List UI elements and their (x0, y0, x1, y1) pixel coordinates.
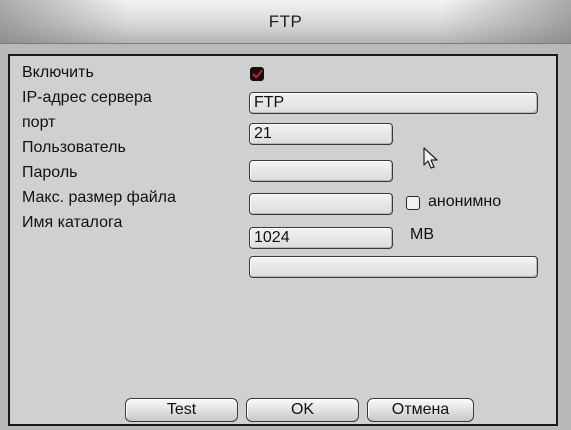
user-input[interactable] (249, 160, 393, 182)
window-titlebar: FTP (0, 0, 571, 44)
anonymous-checkbox[interactable] (406, 196, 420, 210)
title-shade-right (441, 0, 571, 43)
enable-label: Включить (22, 64, 94, 81)
max-file-size-input[interactable]: 1024 (249, 227, 393, 249)
directory-input[interactable] (249, 256, 538, 278)
max-file-size-label: Макс. размер файла (22, 189, 176, 206)
size-unit-label: MB (410, 226, 434, 243)
enable-checkbox[interactable] (250, 67, 264, 81)
password-input[interactable] (249, 193, 393, 215)
ok-button[interactable]: OK (246, 398, 359, 422)
mouse-pointer-icon (423, 147, 438, 169)
server-ip-input[interactable]: FTP (249, 92, 538, 114)
port-input[interactable]: 21 (249, 123, 393, 145)
password-label: Пароль (22, 164, 78, 181)
title-shade-left (0, 0, 130, 43)
cancel-button[interactable]: Отмена (367, 398, 474, 422)
directory-label: Имя каталога (22, 214, 123, 231)
test-button[interactable]: Test (125, 398, 238, 422)
window-title: FTP (268, 11, 303, 31)
server-ip-label: IP-адрес сервера (22, 89, 152, 106)
user-label: Пользователь (22, 139, 126, 156)
checkmark-icon (252, 70, 263, 79)
anonymous-label: анонимно (428, 193, 502, 210)
port-label: порт (22, 114, 56, 131)
